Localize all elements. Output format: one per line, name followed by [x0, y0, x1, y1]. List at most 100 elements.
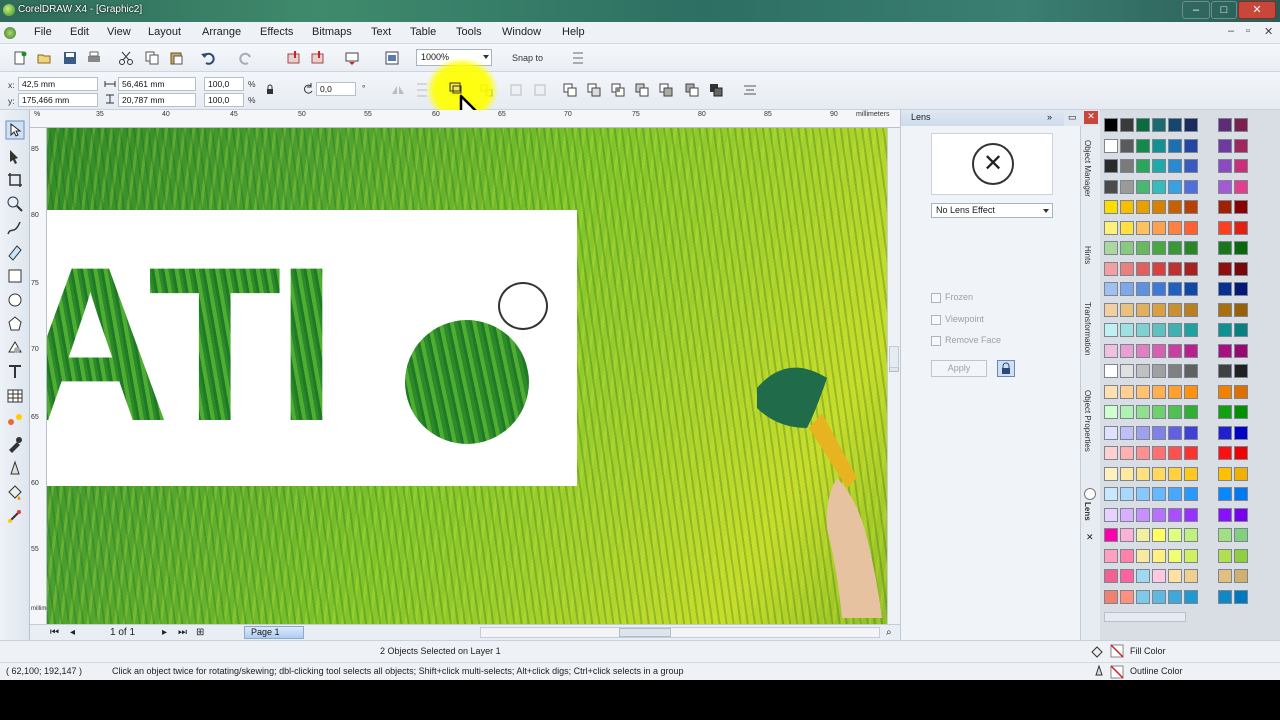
palette-swatch[interactable] [1218, 200, 1232, 214]
palette-swatch[interactable] [1234, 323, 1248, 337]
palette-swatch[interactable] [1120, 261, 1134, 276]
width-field[interactable]: 56,461 mm [118, 77, 196, 91]
palette-swatch[interactable] [1184, 343, 1198, 358]
palette-swatch[interactable] [1234, 487, 1248, 501]
palette-swatch[interactable] [1152, 507, 1166, 522]
palette-swatch[interactable] [1152, 179, 1166, 194]
palette-swatch[interactable] [1234, 179, 1248, 194]
palette-swatch[interactable] [1136, 528, 1150, 542]
crop-tool-icon[interactable] [5, 170, 25, 190]
palette-swatch[interactable] [1234, 425, 1248, 440]
freehand-tool-icon[interactable] [5, 218, 25, 238]
tab-hints[interactable]: Hints [1083, 246, 1092, 264]
palette-swatch[interactable] [1136, 261, 1150, 276]
vertical-scrollbar[interactable] [887, 128, 900, 624]
menu-layout[interactable]: Layout [148, 26, 181, 38]
pick-tool-icon[interactable] [5, 120, 25, 140]
palette-swatch[interactable] [1136, 159, 1150, 173]
fill-tool-icon[interactable] [5, 482, 25, 502]
palette-swatch[interactable] [1120, 446, 1134, 460]
palette-swatch[interactable] [1120, 507, 1134, 522]
palette-swatch[interactable] [1234, 343, 1248, 358]
palette-swatch[interactable] [1104, 569, 1118, 583]
align-distribute-icon[interactable] [742, 82, 758, 98]
palette-swatch[interactable] [1218, 384, 1232, 399]
palette-swatch[interactable] [1136, 323, 1150, 337]
viewpoint-checkbox[interactable] [931, 315, 941, 325]
menu-table[interactable]: Table [410, 26, 436, 38]
palette-swatch[interactable] [1152, 466, 1166, 481]
palette-swatch[interactable] [1120, 569, 1134, 583]
palette-swatch[interactable] [1218, 343, 1232, 358]
palette-swatch[interactable] [1152, 302, 1166, 317]
palette-swatch[interactable] [1152, 589, 1166, 604]
palette-swatch[interactable] [1136, 179, 1150, 194]
palette-swatch[interactable] [1104, 528, 1118, 542]
horizontal-scrollbar[interactable] [480, 627, 880, 638]
palette-swatch[interactable] [1120, 364, 1134, 378]
palette-swatch[interactable] [1234, 302, 1248, 317]
palette-swatch[interactable] [1184, 241, 1198, 255]
menu-help[interactable]: Help [562, 26, 585, 38]
palette-swatch[interactable] [1136, 282, 1150, 296]
angle-field[interactable]: 0,0 [316, 82, 356, 96]
snap-to-dropdown[interactable]: Snap to [512, 53, 543, 63]
palette-swatch[interactable] [1136, 364, 1150, 378]
palette-swatch[interactable] [1184, 302, 1198, 317]
palette-swatch[interactable] [1152, 405, 1166, 419]
palette-swatch[interactable] [1218, 138, 1232, 153]
menu-tools[interactable]: Tools [456, 26, 482, 38]
palette-swatch[interactable] [1104, 241, 1118, 255]
tab-object-properties[interactable]: Object Properties [1083, 390, 1092, 452]
last-page-button[interactable]: ⏭ [178, 627, 187, 638]
palette-swatch[interactable] [1218, 364, 1232, 378]
palette-swatch[interactable] [1120, 220, 1134, 235]
no-outline-swatch[interactable] [1110, 665, 1124, 679]
basic-shapes-tool-icon[interactable] [5, 338, 25, 358]
mdi-restore-button[interactable]: ▫ [1246, 25, 1250, 37]
no-fill-swatch[interactable] [1110, 644, 1124, 658]
palette-swatch[interactable] [1184, 589, 1198, 604]
palette-swatch[interactable] [1136, 548, 1150, 563]
menu-arrange[interactable]: Arrange [202, 26, 241, 38]
tab-object-manager[interactable]: Object Manager [1083, 140, 1092, 197]
palette-swatch[interactable] [1120, 138, 1134, 153]
palette-swatch[interactable] [1234, 405, 1248, 419]
weld-icon[interactable] [562, 82, 578, 98]
rectangle-tool-icon[interactable] [5, 266, 25, 286]
palette-swatch[interactable] [1168, 364, 1182, 378]
palette-swatch[interactable] [1184, 364, 1198, 378]
palette-swatch[interactable] [1120, 343, 1134, 358]
palette-swatch[interactable] [1120, 282, 1134, 296]
palette-swatch[interactable] [1152, 548, 1166, 563]
palette-swatch[interactable] [1168, 528, 1182, 542]
palette-swatch[interactable] [1120, 528, 1134, 542]
docker-minimize-icon[interactable]: ▭ [1068, 112, 1077, 123]
palette-swatch[interactable] [1234, 282, 1248, 296]
menu-window[interactable]: Window [502, 26, 541, 38]
palette-swatch[interactable] [1234, 200, 1248, 214]
palette-swatch[interactable] [1168, 446, 1182, 460]
palette-swatch[interactable] [1152, 261, 1166, 276]
palette-swatch[interactable] [1120, 466, 1134, 481]
palette-swatch[interactable] [1152, 425, 1166, 440]
palette-swatch[interactable] [1184, 466, 1198, 481]
palette-swatch[interactable] [1120, 425, 1134, 440]
mirror-horizontal-icon[interactable] [390, 82, 406, 98]
palette-swatch[interactable] [1184, 507, 1198, 522]
palette-swatch[interactable] [1168, 569, 1182, 583]
palette-swatch[interactable] [1168, 159, 1182, 173]
palette-swatch[interactable] [1234, 364, 1248, 378]
scale-width-field[interactable]: 100,0 [204, 77, 244, 91]
palette-swatch[interactable] [1120, 179, 1134, 194]
lock-ratio-icon[interactable] [264, 83, 276, 95]
previous-page-icon[interactable]: ◂ [70, 627, 75, 638]
palette-swatch[interactable] [1184, 118, 1198, 132]
palette-scroll[interactable] [1104, 612, 1186, 622]
y-position-field[interactable]: 175,466 mm [18, 93, 98, 107]
palette-swatch[interactable] [1152, 446, 1166, 460]
menu-edit[interactable]: Edit [70, 26, 89, 38]
palette-swatch[interactable] [1184, 548, 1198, 563]
coreldraw-app-icon[interactable] [3, 4, 15, 16]
palette-swatch[interactable] [1152, 569, 1166, 583]
